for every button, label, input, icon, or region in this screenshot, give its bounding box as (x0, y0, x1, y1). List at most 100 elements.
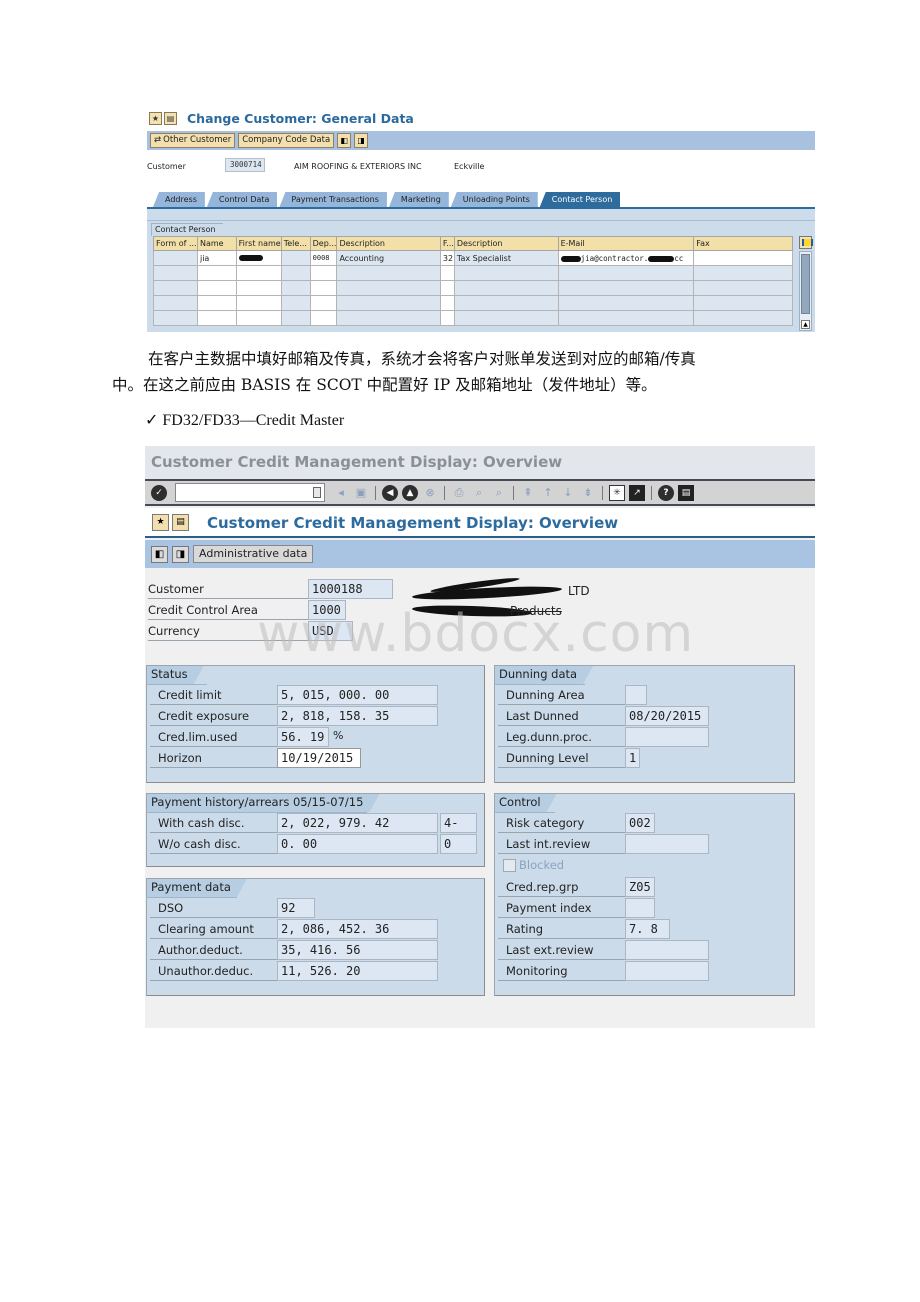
payment-index-field[interactable] (625, 898, 655, 918)
col-header[interactable]: Description (453, 236, 559, 251)
customer-field[interactable]: 1000188 (308, 579, 393, 599)
customer-number-field[interactable]: 3000714 (225, 158, 265, 172)
menu-icon[interactable]: ▤ (172, 514, 189, 531)
cell-name[interactable]: jia (196, 250, 237, 266)
without-cash-disc-days-field[interactable]: 0 (440, 834, 477, 854)
next-icon[interactable]: ◨ (354, 133, 369, 148)
application-toolbar: ⇄ Other Customer Company Code Data ◧ ◨ (147, 131, 815, 150)
tab-payment-transactions[interactable]: Payment Transactions (279, 192, 387, 207)
credit-exposure-field[interactable]: 2, 818, 158. 35 (277, 706, 438, 726)
payment-index-label: Payment index (498, 898, 625, 918)
last-dunned-label: Last Dunned (498, 706, 625, 726)
cancel-icon[interactable]: ⊗ (422, 485, 438, 501)
cell-dep[interactable]: 0008 (309, 250, 338, 266)
cell-fax[interactable] (693, 250, 793, 266)
print-icon[interactable]: ⎙ (451, 485, 467, 501)
menu-icon[interactable]: ▤ (164, 111, 177, 125)
company-code-data-button[interactable]: Company Code Data (238, 133, 335, 148)
col-header[interactable]: First name (235, 236, 282, 251)
col-header[interactable]: Description (336, 236, 441, 251)
scroll-up-icon[interactable]: ▲ (801, 320, 810, 329)
col-header[interactable]: Form of ... (153, 236, 198, 251)
col-header[interactable]: Name (196, 236, 237, 251)
col-header[interactable]: F... (439, 236, 455, 251)
title-bar: ★ ▤ Change Customer: General Data (149, 110, 414, 126)
save-icon[interactable]: ▣ (353, 485, 369, 501)
col-header[interactable]: Tele... (280, 236, 311, 251)
find-icon[interactable]: ⌕ (471, 485, 487, 501)
last-int-review-field[interactable] (625, 834, 709, 854)
previous-screen-icon[interactable]: ◧ (151, 545, 168, 563)
cell-form[interactable] (153, 250, 198, 266)
with-cash-disc-days-field[interactable]: 4- (440, 813, 477, 833)
col-header[interactable]: Fax (693, 236, 793, 251)
last-page-icon[interactable]: ⇟ (580, 485, 596, 501)
scrollbar-thumb[interactable] (801, 254, 810, 314)
tab-address[interactable]: Address (153, 192, 205, 207)
cred-lim-used-field[interactable]: 56. 19 (277, 727, 329, 747)
next-screen-icon[interactable]: ◨ (172, 545, 189, 563)
enter-icon[interactable]: ✓ (151, 484, 167, 501)
leg-dunn-proc-field[interactable] (625, 727, 709, 747)
table-row[interactable]: jia 0008 Accounting 32 Tax Specialist ji… (153, 250, 793, 266)
with-cash-disc-field[interactable]: 2, 022, 979. 42 (277, 813, 438, 833)
favorites-icon[interactable]: ★ (149, 111, 162, 125)
tab-marketing[interactable]: Marketing (388, 192, 449, 207)
rating-field[interactable]: 7. 8 (625, 919, 670, 939)
last-dunned-field[interactable]: 08/20/2015 (625, 706, 709, 726)
monitoring-field[interactable] (625, 961, 709, 981)
tab-unloading-points[interactable]: Unloading Points (450, 192, 538, 207)
credit-limit-field[interactable]: 5, 015, 000. 00 (277, 685, 438, 705)
table-row[interactable] (153, 280, 793, 296)
previous-icon[interactable]: ◧ (337, 133, 352, 148)
clearing-amount-field[interactable]: 2, 086, 452. 36 (277, 919, 438, 939)
cell-email[interactable]: jia@contractor. cc (557, 250, 695, 266)
last-ext-review-field[interactable] (625, 940, 709, 960)
other-customer-button[interactable]: ⇄ Other Customer (150, 133, 236, 148)
shortcut-icon[interactable]: ↗ (629, 484, 645, 501)
cred-rep-grp-field[interactable]: Z05 (625, 877, 655, 897)
command-history-icon[interactable] (313, 487, 321, 498)
dunning-area-field[interactable] (625, 685, 647, 705)
find-next-icon[interactable]: ⌕ (491, 485, 507, 501)
col-header[interactable]: Dep... (309, 236, 338, 251)
tab-contact-person[interactable]: Contact Person (539, 192, 621, 207)
previous-page-icon[interactable]: ↑ (540, 485, 556, 501)
author-deduct-field[interactable]: 35, 416. 56 (277, 940, 438, 960)
horizon-field[interactable]: 10/19/2015 (277, 748, 361, 768)
unauthor-deduc-field[interactable]: 11, 526. 20 (277, 961, 438, 981)
tab-control-data[interactable]: Control Data (206, 192, 278, 207)
dunning-level-field[interactable]: 1 (625, 748, 640, 768)
cell-tele[interactable] (280, 250, 311, 266)
first-page-icon[interactable]: ⇞ (520, 485, 536, 501)
layout-menu-icon[interactable]: ▤ (678, 484, 694, 501)
control-group: Control Risk category 002 Last int.revie… (494, 793, 795, 996)
table-row[interactable] (153, 295, 793, 311)
vertical-scrollbar[interactable]: ▲ (799, 251, 812, 331)
new-session-icon[interactable]: ✳ (609, 484, 625, 501)
separator (444, 485, 445, 500)
risk-category-field[interactable]: 002 (625, 813, 655, 833)
administrative-data-button[interactable]: Administrative data (193, 545, 314, 563)
column-settings-icon[interactable] (799, 236, 813, 249)
collapse-icon[interactable]: ◂ (333, 485, 349, 501)
table-row[interactable] (153, 310, 793, 326)
help-icon[interactable]: ? (658, 484, 674, 501)
rating-label: Rating (498, 919, 625, 939)
cell-first-name[interactable] (235, 250, 282, 266)
cell-f[interactable]: 32 (439, 250, 455, 266)
payment-history-group: Payment history/arrears 05/15-07/15 With… (146, 793, 485, 867)
next-page-icon[interactable]: ↓ (560, 485, 576, 501)
favorites-icon[interactable]: ★ (152, 514, 169, 531)
dso-field[interactable]: 92 (277, 898, 315, 918)
without-cash-disc-field[interactable]: 0. 00 (277, 834, 438, 854)
customer-name-suffix: LTD (568, 584, 590, 598)
col-header[interactable]: E-Mail (557, 236, 695, 251)
title-area: ★ ▤ Customer Credit Management Display: … (145, 508, 815, 538)
exit-icon[interactable]: ▲ (402, 484, 418, 501)
back-icon[interactable]: ◀ (382, 484, 398, 501)
table-row[interactable] (153, 265, 793, 281)
blocked-checkbox[interactable] (503, 859, 516, 872)
command-field[interactable] (175, 483, 325, 502)
section-heading: ✓ FD32/FD33—Credit Master (145, 412, 345, 429)
